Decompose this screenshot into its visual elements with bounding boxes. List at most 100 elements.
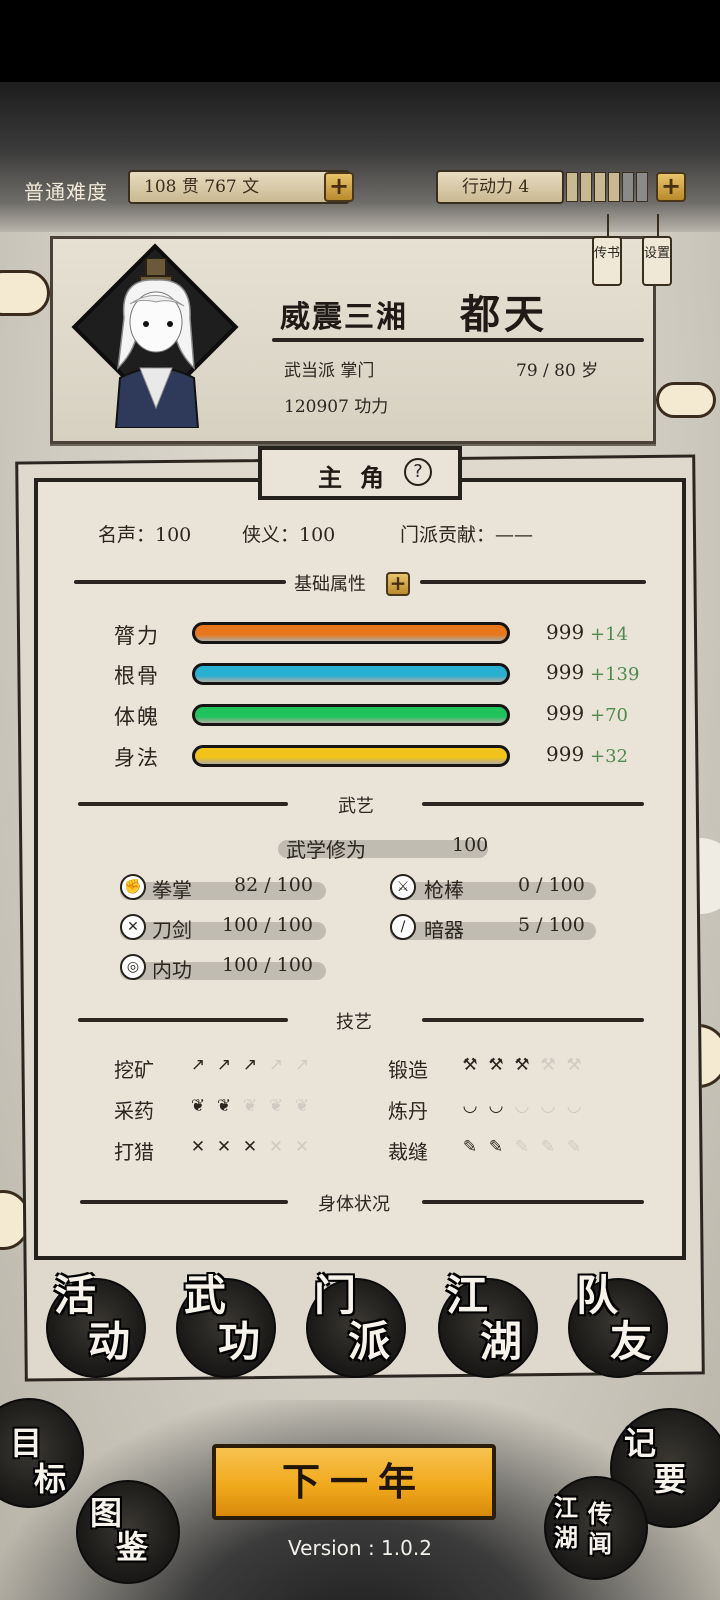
attr-bonus: +139 <box>590 664 640 685</box>
action-point-segment <box>594 172 606 202</box>
next-year-button[interactable]: 下一年 <box>212 1444 496 1520</box>
divider <box>80 1200 288 1204</box>
sect-button-char-bottom[interactable]: 派 <box>348 1308 390 1369</box>
action-point-segment <box>622 172 634 202</box>
avatar[interactable] <box>110 258 202 428</box>
herb-icon: ❦ <box>268 1096 284 1116</box>
letters-button[interactable]: 传书 <box>592 236 622 286</box>
divider <box>272 338 644 342</box>
herb-icon: ❦ <box>216 1096 232 1116</box>
bowl-icon: ◡ <box>540 1096 556 1116</box>
anvil-icon: ⚒ <box>488 1055 504 1075</box>
inner-power-icon: ◎ <box>120 954 146 980</box>
action-points-display: 行动力 4 <box>436 170 564 204</box>
attr-bar-physique <box>192 704 510 726</box>
cloud-ornament <box>656 382 716 418</box>
activity-button-char-bottom[interactable]: 动 <box>88 1308 130 1369</box>
skill-label: 内功 <box>152 958 192 982</box>
attr-value: 999 <box>546 701 585 725</box>
attr-label: 膂力 <box>114 624 160 648</box>
divider <box>74 580 286 584</box>
jianghu-button-char-bottom[interactable]: 湖 <box>480 1308 522 1369</box>
divider <box>422 802 644 806</box>
ink-painting-background <box>0 82 720 232</box>
bowl-icon: ◡ <box>488 1096 504 1116</box>
spear-icon: ⚔ <box>390 874 416 900</box>
bowl-icon: ◡ <box>462 1096 478 1116</box>
cloud-ornament <box>0 270 50 316</box>
divider <box>422 1018 644 1022</box>
anvil-icon: ⚒ <box>566 1055 582 1075</box>
bow-icon: ✕ <box>294 1137 310 1157</box>
action-point-segment <box>566 172 578 202</box>
needle-icon: ✎ <box>514 1137 530 1157</box>
action-point-segment <box>580 172 592 202</box>
sect-role: 武当派 掌门 <box>284 361 375 381</box>
tab-protagonist[interactable]: 主角 <box>318 458 402 493</box>
martial-arts-button-char-bottom[interactable]: 功 <box>218 1308 260 1369</box>
divider <box>422 1200 644 1204</box>
tag-string <box>657 214 659 238</box>
status-bar-area <box>0 0 720 82</box>
age-display: 79 / 80 岁 <box>516 361 599 381</box>
crafts-title: 技艺 <box>336 1012 372 1033</box>
craft-label: 挖矿 <box>114 1058 154 1082</box>
needle-icon: ✎ <box>462 1137 478 1157</box>
herb-icon: ❦ <box>294 1096 310 1116</box>
skill-value: 0 / 100 <box>518 874 585 896</box>
skill-label: 枪棒 <box>424 878 464 902</box>
skill-label: 刀剑 <box>152 918 192 942</box>
anvil-icon: ⚒ <box>540 1055 556 1075</box>
bow-icon: ✕ <box>242 1137 258 1157</box>
pickaxe-icon: ↗ <box>242 1055 258 1075</box>
craft-label: 打猎 <box>114 1140 154 1164</box>
sect-contribution-stat: 门派贡献：—— <box>400 524 534 546</box>
bowl-icon: ◡ <box>566 1096 582 1116</box>
herb-icon: ❦ <box>190 1096 206 1116</box>
attr-bar-constitution <box>192 663 510 685</box>
martial-cultivation-value: 100 <box>452 834 489 856</box>
pickaxe-icon: ↗ <box>190 1055 206 1075</box>
teammates-button-char-bottom[interactable]: 友 <box>610 1308 652 1369</box>
character-name: 都天 <box>460 291 548 338</box>
skill-label: 暗器 <box>424 918 464 942</box>
body-status-title: 身体状况 <box>318 1194 390 1215</box>
action-point-segment <box>636 172 648 202</box>
bowl-icon: ◡ <box>514 1096 530 1116</box>
martial-cultivation-label: 武学修为 <box>286 838 366 862</box>
basic-attributes-title: 基础属性 <box>294 574 366 595</box>
needle-icon: ✎ <box>540 1137 556 1157</box>
herb-icon: ❦ <box>242 1096 258 1116</box>
skill-value: 100 / 100 <box>222 914 314 936</box>
add-money-button[interactable]: + <box>324 172 354 202</box>
craft-label: 裁缝 <box>388 1140 428 1164</box>
attr-bonus: +70 <box>590 705 628 726</box>
attr-bonus: +32 <box>590 746 628 767</box>
goal-button-char[interactable]: 标 <box>34 1454 66 1500</box>
attr-label: 根骨 <box>114 664 160 688</box>
settings-button[interactable]: 设置 <box>642 236 672 286</box>
craft-label: 炼丹 <box>388 1099 428 1123</box>
attr-label: 身法 <box>114 746 160 770</box>
needle-icon: ✎ <box>566 1137 582 1157</box>
notes-button-char[interactable]: 要 <box>654 1454 686 1500</box>
craft-label: 锻造 <box>388 1058 428 1082</box>
skill-label: 拳掌 <box>152 878 192 902</box>
add-attribute-button[interactable]: + <box>386 572 410 596</box>
character-title: 威震三湘 <box>280 300 408 335</box>
add-action-points-button[interactable]: + <box>656 172 686 202</box>
dart-icon: / <box>390 914 416 940</box>
pickaxe-icon: ↗ <box>216 1055 232 1075</box>
bow-icon: ✕ <box>216 1137 232 1157</box>
attr-label: 体魄 <box>114 705 160 729</box>
needle-icon: ✎ <box>488 1137 504 1157</box>
difficulty-label: 普通难度 <box>24 180 108 204</box>
chivalry-stat: 侠义：100 <box>242 524 336 546</box>
anvil-icon: ⚒ <box>514 1055 530 1075</box>
divider <box>420 580 646 584</box>
notes-button-char[interactable]: 记 <box>624 1418 656 1464</box>
anvil-icon: ⚒ <box>462 1055 478 1075</box>
help-icon[interactable]: ? <box>404 458 432 486</box>
attr-value: 999 <box>546 742 585 766</box>
martial-arts-title: 武艺 <box>338 796 374 817</box>
